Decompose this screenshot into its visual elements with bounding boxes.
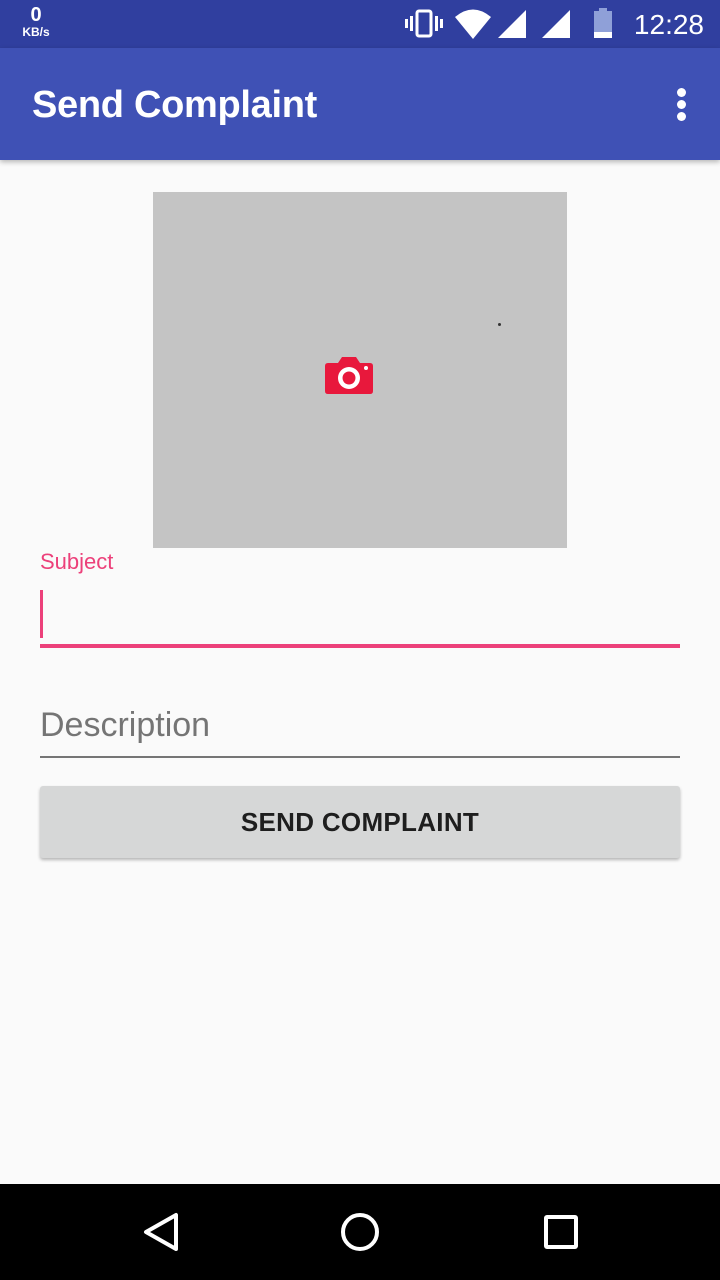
send-complaint-button[interactable]: SEND COMPLAINT (40, 786, 680, 858)
network-speed-unit: KB/s (22, 25, 50, 39)
recents-button[interactable] (512, 1184, 608, 1280)
back-icon (144, 1213, 178, 1251)
network-speed: 0 KB/s (14, 5, 58, 38)
network-speed-value: 0 (30, 4, 42, 26)
description-input[interactable] (40, 698, 680, 758)
signal-icon (498, 10, 526, 38)
recents-icon (544, 1215, 578, 1249)
signal-icon (542, 10, 570, 38)
overflow-menu-icon[interactable] (670, 84, 694, 124)
status-bar: 0 KB/s 12:28 (0, 0, 720, 48)
app-bar: Send Complaint (0, 48, 720, 160)
status-time: 12:28 (633, 9, 704, 40)
battery-icon (594, 8, 612, 38)
vibrate-icon (405, 9, 443, 38)
dust-speck (498, 323, 501, 326)
subject-label: Subject (40, 549, 114, 574)
page-title: Send Complaint (32, 84, 318, 126)
photo-picker[interactable] (153, 192, 567, 548)
navigation-bar (0, 1184, 720, 1280)
wifi-icon (455, 9, 491, 39)
subject-input[interactable] (40, 582, 680, 648)
text-cursor (40, 590, 43, 638)
description-underline (40, 756, 680, 758)
description-field[interactable] (40, 698, 680, 758)
home-icon (341, 1213, 379, 1251)
home-button[interactable] (312, 1184, 408, 1280)
subject-underline (40, 644, 680, 648)
subject-field[interactable] (40, 582, 680, 648)
back-button[interactable] (112, 1184, 208, 1280)
camera-icon (325, 357, 373, 394)
